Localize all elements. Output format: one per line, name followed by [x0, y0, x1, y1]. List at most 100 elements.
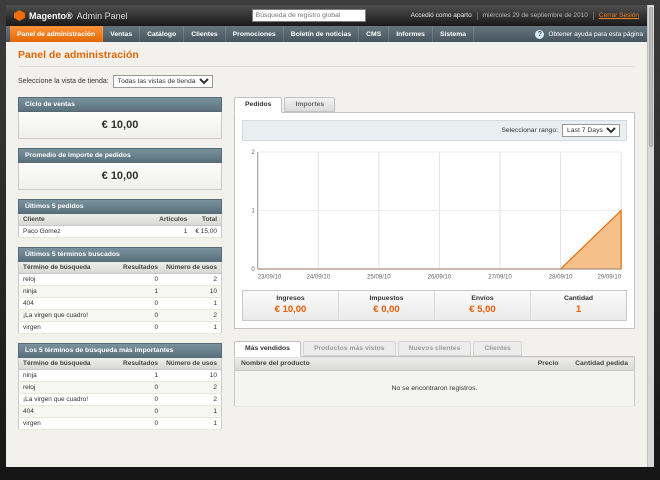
nav-item-sistema[interactable]: Sistema: [433, 26, 475, 42]
nav-item-ventas[interactable]: Ventas: [103, 26, 141, 42]
brand-name: Magento®: [29, 10, 73, 21]
stat-label: Impuestos: [369, 295, 404, 302]
stat-envios: Envíos € 5,00: [434, 291, 530, 320]
column-header: Número de usos: [162, 358, 222, 370]
product-name: Admin Panel: [76, 10, 128, 21]
content-area: Panel de administración Seleccione la vi…: [6, 42, 647, 467]
average-orders-value: € 10,00: [18, 163, 222, 190]
table-row: 404 0 1: [18, 405, 222, 418]
chart-panel: Seleccionar rango: Last 7 Days 0 1 2 23/09/…: [234, 112, 635, 329]
svg-text:25/09/10: 25/09/10: [367, 273, 391, 280]
top-search-terms-box: Los 5 términos de búsqueda más important…: [18, 343, 222, 430]
column-header: Término de búsqueda: [18, 358, 120, 370]
store-view-label: Seleccione la vista de tienda:: [18, 78, 109, 85]
last-orders-title: Últimos 5 pedidos: [18, 199, 222, 214]
last-orders-table: Cliente Artículos Total Paco Gomez 1 € 15,00: [18, 214, 222, 238]
nav-item-cms[interactable]: CMS: [359, 26, 390, 42]
stat-label: Cantidad: [563, 295, 594, 302]
chart-tabs: Pedidos Importes: [234, 97, 635, 113]
table-row: ¡La virgen que cuadro! 0 2: [18, 309, 222, 322]
last-orders-box: Últimos 5 pedidos Cliente Artículos Total P…: [18, 199, 222, 238]
page-title: Panel de administración: [18, 49, 635, 67]
average-orders-box: Promedio de importe de pedidos € 10,00: [18, 148, 222, 190]
table-row: reloj 0 2: [18, 273, 222, 286]
nav-item-catalogo[interactable]: Catálogo: [140, 26, 185, 42]
column-header: Total: [191, 214, 222, 226]
orders-chart: 0 1 2 23/09/10 24/09/10 25/09/10 26/09/10 27/09…: [242, 146, 627, 282]
column-header: Término de búsqueda: [18, 262, 120, 274]
magento-logo-icon: [14, 10, 25, 21]
browser-window: Magento® Admin Panel Accedió como aparto…: [0, 0, 660, 480]
table-row: reloj 0 2: [18, 381, 222, 394]
table-row: virgen 0 1: [18, 417, 222, 430]
stat-value: 1: [575, 304, 582, 315]
stats-row: Ingresos € 10,00 Impuestos € 0,00 Envíos € 5,…: [242, 290, 627, 321]
svg-text:24/09/10: 24/09/10: [306, 273, 330, 280]
table-row: ninja 1 10: [18, 369, 222, 382]
empty-row: No se encontraron registros.: [234, 370, 635, 407]
table-row: Paco Gomez 1 € 15,00: [18, 225, 222, 238]
last-search-terms-table: Término de búsqueda Resultados Número de u…: [18, 262, 222, 334]
store-view-select[interactable]: Todas las vistas de tienda: [112, 75, 213, 88]
tab-nuevos-clientes[interactable]: Nuevos clientes: [397, 341, 472, 356]
stat-value: € 10,00: [274, 304, 307, 315]
orders-chart-svg: 0 1 2 23/09/10 24/09/10 25/09/10 26/09/10 27/09…: [251, 149, 622, 281]
svg-text:2: 2: [251, 149, 255, 156]
nav-item-clientes[interactable]: Clientes: [184, 26, 226, 42]
help-label: Obtener ayuda para esta página: [548, 30, 643, 38]
column-header: Cliente: [18, 214, 156, 226]
column-header: Nombre del producto: [234, 356, 495, 371]
stat-impuestos: Impuestos € 0,00: [338, 291, 434, 320]
range-label: Seleccionar rango:: [501, 127, 558, 134]
svg-text:1: 1: [251, 208, 255, 215]
stat-value: € 0,00: [373, 304, 400, 315]
svg-text:28/09/10: 28/09/10: [549, 273, 573, 280]
column-header: Resultados: [119, 262, 163, 274]
nav-item-promociones[interactable]: Promociones: [226, 26, 284, 42]
bottom-tabs: Más vendidos Productos más vistos Nuevos c…: [234, 341, 635, 357]
table-row: ninja 1 10: [18, 285, 222, 298]
tab-mas-vendidos[interactable]: Más vendidos: [234, 341, 301, 357]
table-row: 404 0 1: [18, 297, 222, 310]
stat-value: € 5,00: [469, 304, 496, 315]
help-icon: ?: [535, 29, 545, 39]
nav-item-boletin-de-noticias[interactable]: Boletín de noticias: [284, 26, 360, 42]
main-navbar: Panel de administración Ventas Catálogo Cli…: [6, 26, 647, 42]
tab-productos-mas-vistos[interactable]: Productos más vistos: [302, 341, 396, 356]
dashboard-right-column: Pedidos Importes Seleccionar rango: Last …: [234, 97, 635, 407]
svg-text:23/09/10: 23/09/10: [258, 273, 282, 280]
logo: Magento® Admin Panel: [14, 10, 252, 21]
column-header: Precio: [494, 356, 565, 371]
stat-label: Ingresos: [276, 295, 305, 302]
nav-item-informes[interactable]: Informes: [389, 26, 433, 42]
tab-importes[interactable]: Importes: [284, 97, 336, 112]
dashboard-left-column: Ciclo de ventas € 10,00 Promedio de impo…: [18, 97, 222, 439]
page-help[interactable]: ? Obtener ayuda para esta página: [535, 26, 643, 42]
separator: [592, 11, 594, 20]
column-header: Resultados: [119, 358, 163, 370]
logged-in-as: Accedió como aparto: [410, 12, 472, 19]
global-search-input[interactable]: [251, 9, 366, 22]
stat-ingresos: Ingresos € 10,00: [243, 291, 338, 320]
svg-text:27/09/10: 27/09/10: [488, 273, 512, 280]
tab-pedidos[interactable]: Pedidos: [234, 97, 283, 113]
lifetime-sales-title: Ciclo de ventas: [18, 97, 222, 112]
logout-link[interactable]: Cerrar Sesión: [599, 12, 639, 19]
vertical-scrollbar[interactable]: [647, 5, 654, 467]
lifetime-sales-value: € 10,00: [18, 112, 222, 139]
range-select[interactable]: Last 7 Days: [562, 124, 620, 137]
tab-clientes[interactable]: Clientes: [473, 341, 522, 356]
table-row: virgen 0 1: [18, 321, 222, 334]
admin-page: Magento® Admin Panel Accedió como aparto…: [6, 5, 654, 467]
average-orders-title: Promedio de importe de pedidos: [18, 148, 222, 163]
stat-label: Envíos: [471, 295, 494, 302]
svg-text:26/09/10: 26/09/10: [428, 273, 452, 280]
column-header: Artículos: [155, 214, 192, 226]
table-row: ¡La virgen que cuadro! 0 2: [18, 393, 222, 406]
top-header-bar: Magento® Admin Panel Accedió como aparto…: [6, 5, 647, 26]
nav-item-panel-de-administracion[interactable]: Panel de administración: [10, 26, 104, 42]
column-header: Cantidad pedida: [564, 356, 635, 371]
svg-text:0: 0: [251, 266, 255, 273]
scrollbar-thumb[interactable]: [649, 7, 653, 147]
no-records-message: No se encontraron registros.: [234, 370, 635, 407]
